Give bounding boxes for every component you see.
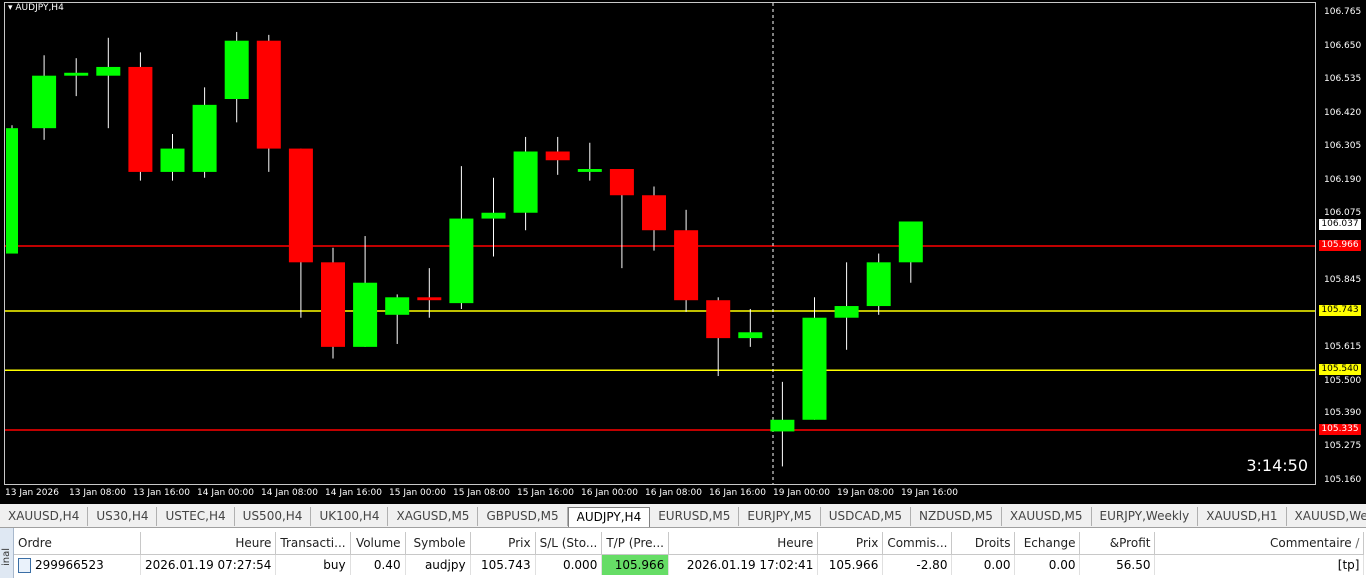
terminal-panel: inal Ordre Heure Transacti... Volume Sym… [0,528,1366,578]
time-axis-tick: 15 Jan 08:00 [453,488,510,498]
column-header-rights[interactable]: Droits [951,532,1016,555]
chart-tab[interactable]: XAUUSD,H1 [1198,507,1287,526]
chart-tab[interactable]: NZDUSD,M5 [911,507,1002,526]
table-header-row: Ordre Heure Transacti... Volume Symbole … [14,532,1365,555]
column-header-price-open[interactable]: Prix [470,532,536,555]
cell-time-open: 2026.01.19 07:27:54 [140,554,277,575]
trade-history-table: Ordre Heure Transacti... Volume Symbole … [14,532,1365,575]
cell-time-close: 2026.01.19 17:02:41 [668,554,819,575]
order-document-icon [18,557,31,573]
cell-order: 299966523 [14,554,141,575]
column-header-profit[interactable]: &Profit [1079,532,1156,555]
terminal-side-strip[interactable]: inal [0,528,14,578]
time-axis-tick: 15 Jan 16:00 [517,488,574,498]
level-price-box: 105.743 [1319,305,1361,316]
cell-commission: -2.80 [882,554,953,575]
price-axis-tick: 105.390 [1324,407,1362,418]
time-axis-tick: 14 Jan 00:00 [197,488,254,498]
column-header-exchange[interactable]: Echange [1014,532,1081,555]
column-header-comment[interactable]: Commentaire / [1154,532,1365,555]
plot-border [4,2,1316,485]
time-axis-tick: 19 Jan 08:00 [837,488,894,498]
time-axis-tick: 16 Jan 16:00 [709,488,766,498]
cell-price-close: 105.966 [817,554,884,575]
price-axis-tick: 106.190 [1324,174,1362,185]
column-header-volume[interactable]: Volume [350,532,406,555]
level-price-box: 105.540 [1319,364,1361,376]
level-price-box: 105.966 [1319,239,1361,251]
column-header-type[interactable]: Transacti... [275,532,351,555]
column-header-sl[interactable]: S/L (Sto... [535,532,603,555]
chart-tab[interactable]: XAUUSD,H4 [0,507,89,526]
chart-tab[interactable]: GBPUSD,M5 [478,507,568,526]
price-axis-tick: 105.275 [1324,441,1362,452]
column-header-price-close[interactable]: Prix [817,532,884,555]
time-axis-tick: 16 Jan 08:00 [645,488,702,498]
cell-price-open: 105.743 [470,554,536,575]
chart-window[interactable]: ▾ AUDJPY,H4 3:14:50 106.765 106.650 106.53… [0,0,1366,504]
time-axis-tick: 16 Jan 00:00 [581,488,638,498]
cell-exchange: 0.00 [1014,554,1081,575]
price-axis-tick: 106.650 [1324,40,1362,51]
chart-tabs: XAUUSD,H4 US30,H4 USTEC,H4 US500,H4 UK100,H4… [0,507,1366,528]
price-axis-tick: 105.500 [1324,375,1362,386]
cell-profit: 56.50 [1079,554,1156,575]
cell-symbol: audjpy [405,554,471,575]
chart-tab[interactable]: US30,H4 [88,507,158,526]
bar-countdown: 3:14:50 [1246,456,1308,475]
price-axis-tick: 106.420 [1324,107,1362,118]
chart-tab[interactable]: AUDJPY,H4 [567,507,651,527]
cell-rights: 0.00 [951,554,1016,575]
time-axis-tick: 19 Jan 00:00 [773,488,830,498]
time-axis-tick: 13 Jan 08:00 [69,488,126,498]
chart-tab[interactable]: USDCAD,M5 [821,507,911,526]
chart-tab[interactable]: USTEC,H4 [157,507,235,526]
price-axis-tick: 106.305 [1324,141,1362,152]
price-axis-tick: 105.160 [1324,475,1362,485]
level-price-box: 105.335 [1319,423,1361,435]
column-header-symbol[interactable]: Symbole [405,532,471,555]
time-axis-tick: 13 Jan 16:00 [133,488,190,498]
column-header-order[interactable]: Ordre [14,532,141,555]
chart-tab[interactable]: EURJPY,M5 [739,507,821,526]
price-axis-tick: 106.765 [1324,7,1362,17]
chart-tab[interactable]: XAUUSD,We [1287,507,1366,526]
column-header-commission[interactable]: Commis... [882,532,953,555]
table-row[interactable]: 299966523 2026.01.19 07:27:54 buy 0.40 a… [14,554,1365,575]
cell-type: buy [275,554,351,575]
chart-tab[interactable]: EURJPY,Weekly [1092,507,1199,526]
column-header-time-close[interactable]: Heure [668,532,819,555]
time-axis-tick: 14 Jan 16:00 [325,488,382,498]
price-axis-tick: 105.845 [1324,275,1362,286]
chart-tab[interactable]: XAGUSD,M5 [388,507,479,526]
chart-tab[interactable]: XAUUSD,M5 [1002,507,1092,526]
cell-volume: 0.40 [350,554,406,575]
time-axis-tick: 19 Jan 16:00 [901,488,958,498]
time-axis-tick: 13 Jan 2026 [5,488,59,498]
cell-tp: 105.966 [601,554,670,575]
chart-tab[interactable]: EURUSD,M5 [650,507,740,526]
time-axis-tick: 14 Jan 08:00 [261,488,318,498]
chart-tab[interactable]: UK100,H4 [311,507,389,526]
chart-symbol-title: ▾ AUDJPY,H4 [8,3,64,13]
price-axis-tick: 105.615 [1324,342,1362,353]
price-axis-tick: 106.535 [1324,74,1362,85]
column-header-tp[interactable]: T/P (Pre... [601,532,670,555]
column-header-time-open[interactable]: Heure [140,532,277,555]
current-price-box: 106.037 [1319,219,1361,231]
chart-tab[interactable]: US500,H4 [235,507,312,526]
price-axis-tick: 106.075 [1324,208,1362,219]
time-axis-tick: 15 Jan 00:00 [389,488,446,498]
cell-sl: 0.000 [535,554,603,575]
cell-comment: [tp] [1154,554,1365,575]
